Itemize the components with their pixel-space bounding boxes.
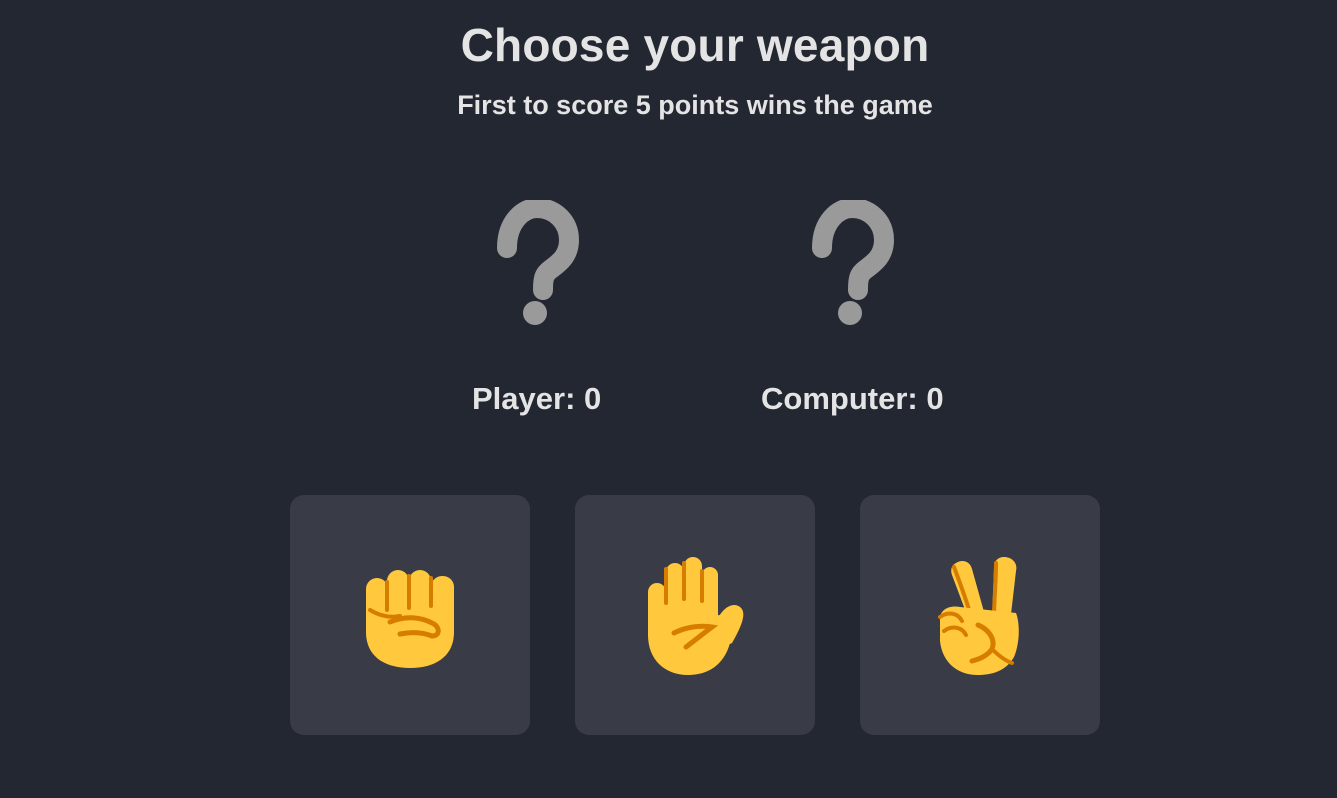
victory-hand-icon: [938, 557, 1019, 675]
scissors-button[interactable]: [860, 495, 1100, 735]
page-subtitle: First to score 5 points wins the game: [457, 90, 933, 120]
raised-hand-icon: [648, 557, 744, 675]
raised-fist-icon: [366, 570, 454, 668]
paper-button[interactable]: [575, 495, 815, 735]
rock-button[interactable]: [290, 495, 530, 735]
question-mark-icon: [812, 200, 895, 325]
computer-choice-display: [790, 200, 910, 330]
question-mark-icon: [497, 200, 580, 325]
player-score: Player: 0: [472, 381, 602, 416]
player-choice-display: [475, 200, 595, 330]
page-title: Choose your weapon: [460, 19, 930, 71]
game-screen: Choose your weapon First to score 5 poin…: [0, 0, 1337, 798]
computer-score: Computer: 0: [761, 381, 944, 416]
